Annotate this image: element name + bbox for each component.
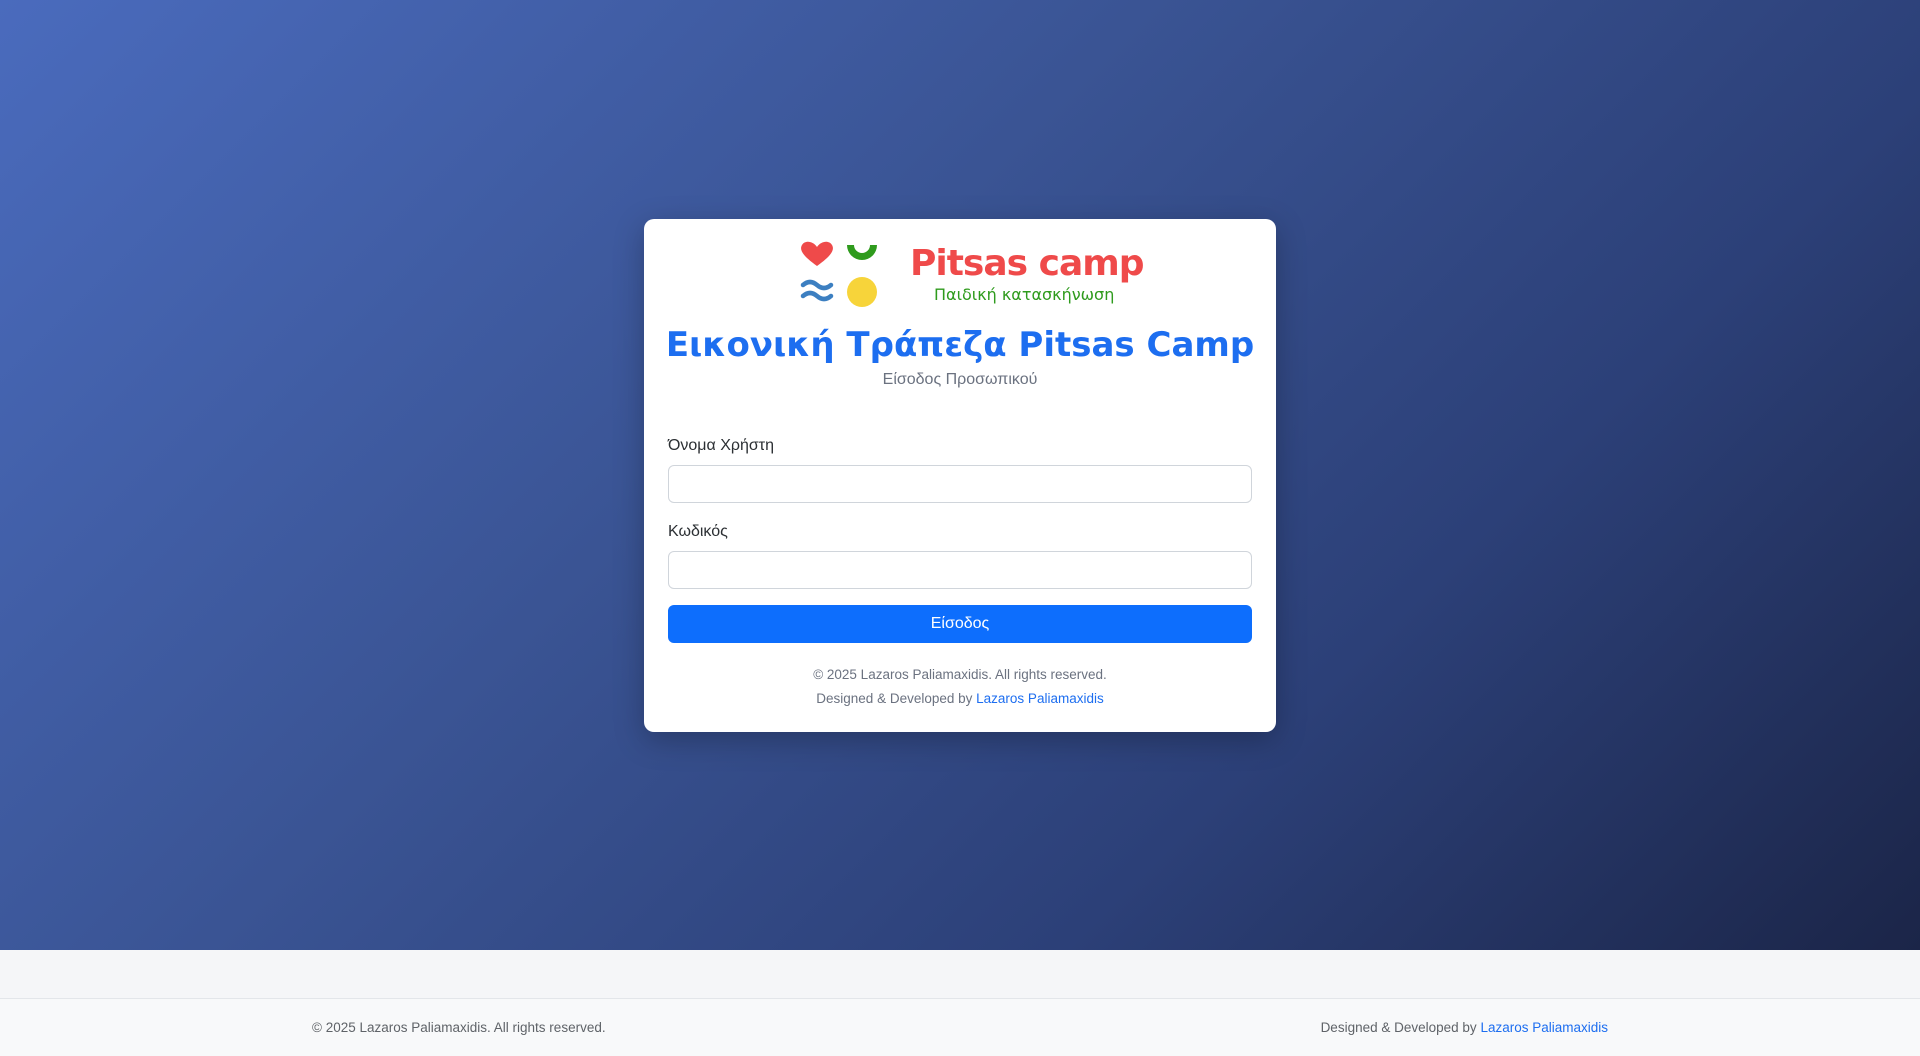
smile-arc-icon — [847, 245, 877, 260]
footer-credit-prefix: Designed & Developed by — [1320, 1020, 1477, 1035]
brand-tagline: Παιδική κατασκήνωση — [934, 285, 1115, 304]
login-button[interactable]: Είσοδος — [668, 605, 1252, 643]
brand-name: Pitsas camp — [910, 243, 1145, 284]
card-credit: Designed & Developed by Lazaros Paliamax… — [644, 687, 1276, 711]
card-footer: © 2025 Lazaros Paliamaxidis. All rights … — [644, 663, 1276, 711]
card-credit-link[interactable]: Lazaros Paliamaxidis — [976, 691, 1104, 706]
footer-credit: Designed & Developed by Lazaros Paliamax… — [1321, 1020, 1608, 1035]
page-subtitle: Είσοδος Προσωπικού — [882, 371, 1038, 388]
footer-copyright: © 2025 Lazaros Paliamaxidis. All rights … — [312, 1020, 606, 1035]
hero-background: Pitsas camp Παιδική κατασκήνωση Εικονική… — [0, 0, 1920, 950]
brand-logo: Pitsas camp Παιδική κατασκήνωση — [644, 239, 1276, 313]
username-label: Όνομα Χρήστη — [668, 437, 774, 454]
footer-credit-link[interactable]: Lazaros Paliamaxidis — [1480, 1020, 1608, 1035]
heart-icon — [801, 241, 833, 266]
password-input[interactable] — [668, 551, 1252, 589]
password-label: Κωδικός — [668, 523, 728, 540]
brand-wordmark: Pitsas camp Παιδική κατασκήνωση — [910, 243, 1150, 305]
card-copyright: © 2025 Lazaros Paliamaxidis. All rights … — [813, 667, 1107, 682]
brand-logo-mark — [800, 241, 877, 307]
page-band — [0, 950, 1920, 998]
site-footer: © 2025 Lazaros Paliamaxidis. All rights … — [0, 998, 1920, 1056]
login-card: Pitsas camp Παιδική κατασκήνωση Εικονική… — [644, 219, 1276, 732]
waves-icon — [800, 279, 834, 302]
sun-circle-icon — [847, 277, 877, 307]
username-input[interactable] — [668, 465, 1252, 503]
page-title: Εικονική Τράπεζα Pitsas Camp — [665, 325, 1255, 365]
card-credit-prefix: Designed & Developed by — [816, 691, 973, 706]
